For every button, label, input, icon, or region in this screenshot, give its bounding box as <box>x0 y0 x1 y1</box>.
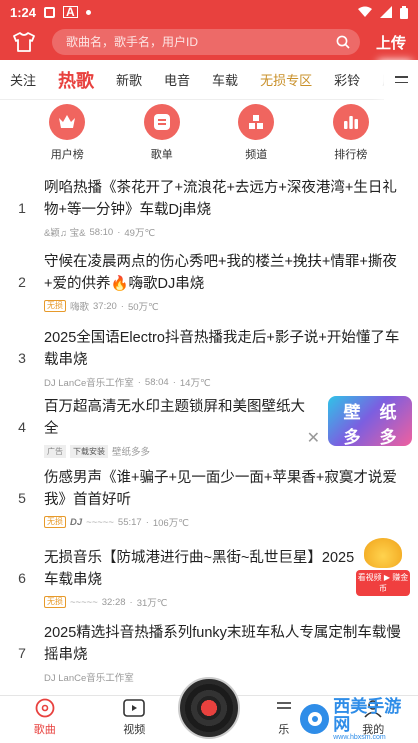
search-bar[interactable] <box>52 29 360 55</box>
download-badge[interactable]: 下载安装 <box>70 444 108 458</box>
quick-label: 歌单 <box>150 149 173 161</box>
wifi-icon <box>358 6 372 17</box>
song-artist: 嗨歌 <box>70 302 90 313</box>
quick-actions: 用户榜 歌单 频道 排行榜 <box>0 100 418 166</box>
coin-bag-icon <box>364 538 402 568</box>
song-artist: DJ <box>70 516 83 528</box>
song-rank: 7 <box>18 645 26 661</box>
song-plays: 14万℃ <box>179 378 211 389</box>
search-icon[interactable] <box>336 35 350 49</box>
song-rank: 4 <box>18 419 26 435</box>
ad-image[interactable]: 壁纸 多多 <box>328 396 412 447</box>
song-rank: 1 <box>18 200 26 216</box>
ad-title: 百万超高清无水印主题锁屏和美图壁纸大全 <box>44 399 305 437</box>
list-icon <box>143 104 180 140</box>
song-list: 1 咧啗热播《茶花开了+流浪花+去远方+深夜港湾+生日礼物+等一分钟》车载Dj串… <box>0 172 418 688</box>
ad-meta: 广告 下载安装 壁纸多多 <box>44 444 312 458</box>
song-rank: 5 <box>18 490 26 506</box>
song-row[interactable]: 1 咧啗热播《茶花开了+流浪花+去远方+深夜港湾+生日礼物+等一分钟》车载Dj串… <box>0 172 418 244</box>
video-icon <box>123 697 146 719</box>
search-input[interactable] <box>66 35 336 49</box>
crown-icon <box>49 104 86 140</box>
shirt-icon[interactable] <box>10 28 38 56</box>
song-meta: 无损 DJ ~~~~~ 55:17 · 106万℃ <box>44 515 408 529</box>
tab-lossless[interactable]: 无损专区 <box>260 70 312 89</box>
lossless-badge: 无损 <box>44 516 66 528</box>
ad-badge: 广告 <box>44 444 66 458</box>
song-meta: DJ LanCe音乐工作室 · 58:04 · 14万℃ <box>44 376 211 390</box>
music-icon <box>273 697 295 719</box>
ad-row[interactable]: 4 百万超高清无水印主题锁屏和美图壁纸大全 广告 下载安装 壁纸多多 壁纸 多多… <box>0 396 418 458</box>
tab-electronic[interactable]: 电音 <box>164 70 190 89</box>
status-bar: 1:24 A <box>0 0 418 24</box>
notification-icon <box>44 6 56 18</box>
battery-icon <box>400 5 408 19</box>
fire-icon: 🔥 <box>110 276 129 292</box>
tab-new-songs[interactable]: 新歌 <box>116 70 142 89</box>
song-plays: 31万℃ <box>136 598 168 609</box>
watermark: 西美手游网 www.hbxsm.com <box>300 697 416 741</box>
signal-icon <box>380 6 392 18</box>
song-plays: 49万℃ <box>124 228 156 239</box>
song-title: 守候在凌晨两点的伤心秀吧+我的楼兰+挽扶+情罪+撕夜+爱的供养🔥嗨歌DJ串烧 <box>44 254 397 292</box>
quick-ranking[interactable]: 排行榜 <box>321 104 381 162</box>
disc-icon <box>34 697 56 719</box>
song-title: 2025精选抖音热播系列funky末班车私人专属定制车载慢摇串烧 <box>44 625 401 663</box>
quick-label: 排行榜 <box>334 149 368 161</box>
tab-follow[interactable]: 关注 <box>10 70 36 89</box>
category-tabs: 关注 热歌 新歌 电音 车载 无损专区 彩铃 原 <box>0 59 418 100</box>
lossless-badge: 无损 <box>44 596 66 608</box>
lossless-badge: 无损 <box>44 300 66 312</box>
watermark-text: 西美手游网 <box>333 696 402 734</box>
coin-reward-widget[interactable]: 看视频 ▶ 赚金币 <box>356 538 410 596</box>
quick-user-rank[interactable]: 用户榜 <box>37 104 97 162</box>
reward-label: 看视频 ▶ 赚金币 <box>356 570 410 596</box>
tab-menu-icon[interactable] <box>384 59 418 100</box>
song-title: 无损音乐【防城港进行曲~黑街~乱世巨星】2025车载串烧 <box>44 550 355 588</box>
song-rank: 2 <box>18 274 26 290</box>
header: 上传 <box>0 24 418 60</box>
song-meta: 无损 嗨歌 37:20 · 50万℃ <box>44 299 408 313</box>
watermark-logo-icon <box>300 704 330 734</box>
ad-brand: 壁纸多多 <box>112 447 151 458</box>
notification-dot-icon <box>85 9 91 15</box>
tab-hot-songs[interactable]: 热歌 <box>58 67 94 93</box>
song-duration: 55:17 <box>117 516 142 528</box>
vinyl-player-icon[interactable] <box>178 677 240 739</box>
close-icon[interactable]: ✕ <box>307 428 320 448</box>
song-row[interactable]: 3 2025全国语Electro抖音热播我走后+影子说+开始懂了车载串烧 DJ … <box>0 320 418 396</box>
quick-channel[interactable]: 频道 <box>226 104 286 162</box>
song-rank: 6 <box>18 570 26 586</box>
song-title: 伤感男声《谁+骗子+见一面少一面+苹果香+寂寞才说爱我》首首好听 <box>44 470 397 508</box>
song-plays: 106万℃ <box>152 518 189 529</box>
song-artist: DJ LanCe音乐工作室 <box>44 673 134 684</box>
tab-car[interactable]: 车载 <box>212 70 238 89</box>
song-meta: 无损 ~~~~~ 32:28 · 31万℃ <box>44 595 358 609</box>
song-row[interactable]: 2 守候在凌晨两点的伤心秀吧+我的楼兰+挽扶+情罪+撕夜+爱的供养🔥嗨歌DJ串烧… <box>0 244 418 320</box>
tab-ringtone[interactable]: 彩铃 <box>334 70 360 89</box>
song-duration: 58:10 <box>89 226 114 238</box>
quick-playlist[interactable]: 歌单 <box>132 104 192 162</box>
song-title: 2025全国语Electro抖音热播我走后+影子说+开始懂了车载串烧 <box>44 330 400 368</box>
song-plays: 50万℃ <box>127 302 159 313</box>
upload-button[interactable]: 上传 <box>372 32 410 53</box>
watermark-url: www.hbxsm.com <box>333 733 386 741</box>
song-artist: &颖♫ 宝& <box>44 228 86 239</box>
song-rank: 3 <box>18 350 26 366</box>
song-artist: DJ LanCe音乐工作室 <box>44 378 134 389</box>
notification-a-icon: A <box>63 6 78 18</box>
status-time: 1:24 <box>10 4 37 20</box>
grid-icon <box>238 104 275 140</box>
song-row[interactable]: 5 伤感男声《谁+骗子+见一面少一面+苹果香+寂寞才说爱我》首首好听 无损 DJ… <box>0 458 418 538</box>
song-duration: 58:04 <box>144 376 169 388</box>
song-meta: &颖♫ 宝& 58:10 · 49万℃ <box>44 226 156 240</box>
song-duration: 37:20 <box>93 300 117 312</box>
nav-video[interactable]: 视频 <box>106 697 162 737</box>
bar-chart-icon <box>332 104 369 140</box>
nav-songs[interactable]: 歌曲 <box>17 697 73 737</box>
quick-label: 用户榜 <box>50 149 84 161</box>
song-duration: 32:28 <box>101 596 126 608</box>
quick-label: 频道 <box>245 149 268 161</box>
song-title: 咧啗热播《茶花开了+流浪花+去远方+深夜港湾+生日礼物+等一分钟》车载Dj串烧 <box>44 180 397 218</box>
